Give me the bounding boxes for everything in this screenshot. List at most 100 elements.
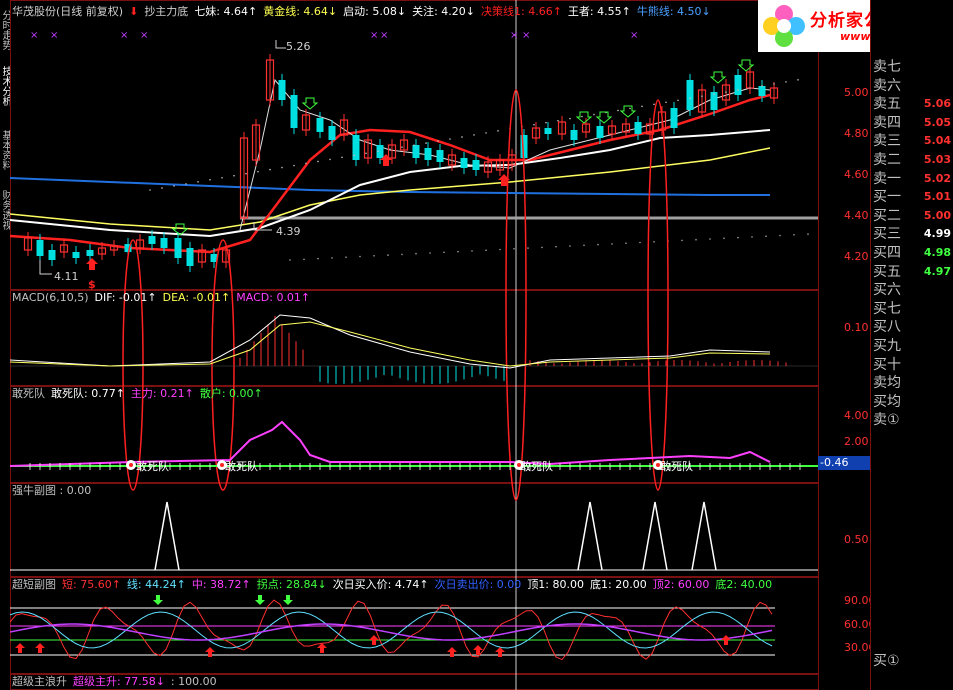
axis-label: 0.10	[844, 321, 869, 334]
orderbook-label: 卖七	[873, 59, 901, 75]
axis-label: 4.20	[844, 250, 869, 263]
orderbook-row[interactable]: 买一 5.01	[873, 188, 953, 206]
dotted-guide	[653, 103, 655, 106]
mark-x: ×	[50, 30, 58, 41]
tab-financials[interactable]: 财务透视	[0, 190, 10, 246]
dotted-guide	[583, 244, 585, 247]
orderbook-row[interactable]: 买十	[873, 356, 953, 374]
orderbook-label: 买均	[873, 393, 901, 410]
orderbook-row[interactable]: 买二 5.00	[873, 207, 953, 225]
buy-signal-arrow-icon	[301, 97, 319, 110]
dotted-guide	[303, 258, 305, 261]
orderbook-row[interactable]: 买均	[873, 393, 953, 411]
dotted-guide	[593, 113, 595, 116]
orderbook-row[interactable]: 卖六	[873, 77, 953, 95]
orderbook-row[interactable]: 买三 4.99	[873, 225, 953, 243]
dotted-guide	[785, 81, 787, 83]
price-high-label: 5.26	[286, 40, 311, 53]
dotted-guide	[617, 109, 619, 112]
chaoduan-header-item: 顶1: 80.00	[527, 578, 585, 591]
dotted-guide	[725, 91, 727, 93]
macd-header-item: MACD(6,10,5)	[12, 291, 89, 304]
dotted-guide	[209, 179, 211, 181]
axis-label: 2.00	[844, 435, 869, 448]
orderbook-buy-bottom[interactable]: 买①	[873, 652, 953, 670]
main-header-item: 七妹: 4.64↑	[194, 5, 258, 18]
orderbook-row[interactable]: 买五 4.97	[873, 263, 953, 281]
chart-area[interactable]: × × × × × × × × × $ 华茂股份(日线 前复权) ⬇ 抄主力底 七妹: 4.64↑ 黄金线…	[10, 0, 876, 690]
chaoduan-up-arrow-icon	[369, 635, 379, 645]
orderbook-row[interactable]: 卖三 5.04	[873, 132, 953, 150]
dotted-guide	[245, 172, 247, 175]
main-header-item: 王者: 4.55↑	[567, 5, 631, 18]
orderbook-row[interactable]: 买六	[873, 281, 953, 299]
orderbook-row[interactable]: 买八	[873, 318, 953, 336]
gansi-header-item: 敢死队	[12, 387, 45, 400]
orderbook-row[interactable]: 卖①	[873, 411, 953, 429]
macd-header: MACD(6,10,5) DIF: -0.01↑ DEA: -0.01↑ MACD: …	[12, 291, 316, 305]
chaoduan-header-item: 拐点: 28.84↓	[256, 578, 327, 591]
orderbook-label: 卖①	[873, 412, 900, 429]
main-header-item: 启动: 5.08↓	[343, 5, 407, 18]
bottom-header: 超级主浪升 超级主升: 77.58↓: 100.00	[12, 675, 223, 689]
main-header-item: 华茂股份(日线 前复权)	[12, 5, 124, 18]
macd-header-item: DIF: -0.01↑	[94, 291, 157, 304]
highlight-ellipse	[211, 239, 235, 491]
dotted-guide	[373, 255, 375, 257]
dotted-guide	[499, 248, 501, 251]
axis-label: 4.80	[844, 127, 869, 140]
orderbook-row[interactable]: 卖五 5.06	[873, 95, 953, 113]
dotted-guide	[365, 152, 367, 155]
dotted-guide	[513, 248, 515, 250]
tab-intraday[interactable]: 分时走势	[0, 10, 10, 62]
dotted-guide	[485, 132, 487, 134]
candle-body	[174, 238, 182, 258]
dotted-guide	[557, 119, 559, 122]
tab-technical[interactable]: 技术分析	[0, 66, 10, 126]
dotted-guide	[329, 158, 331, 161]
candle-body	[328, 126, 336, 140]
chaoduan-up-arrow-icon	[15, 643, 25, 653]
dotted-guide	[221, 176, 223, 179]
orderbook-row[interactable]: 买九	[873, 337, 953, 355]
candle-body	[460, 158, 468, 168]
orderbook-label: 卖均	[873, 375, 901, 392]
dollar-icon: $	[88, 278, 96, 291]
candle-body	[278, 80, 286, 100]
mark-x: ×	[510, 30, 518, 41]
orderbook-row[interactable]: 卖七	[873, 58, 953, 76]
chaoduan-header: 超短副图 短: 75.60↑ 线: 44.24↑ 中: 38.72↑ 拐点: 28.84…	[12, 578, 778, 592]
buy-signal-arrow-icon	[595, 111, 613, 124]
candle-body	[424, 148, 432, 160]
dotted-guide	[597, 243, 599, 246]
mark-x: ×	[370, 30, 378, 41]
candle-body	[596, 126, 604, 138]
dotted-guide	[737, 236, 739, 239]
dotted-guide	[639, 241, 641, 244]
gansi-marker-label: 敢死队	[520, 460, 553, 473]
orderbook-row[interactable]: 卖二 5.03	[873, 151, 953, 169]
dotted-guide	[541, 246, 543, 249]
orderbook-label: 卖一	[873, 170, 901, 187]
chaoduan-header-item: 底1: 20.00	[590, 578, 647, 591]
mark-x: ×	[522, 30, 530, 41]
orderbook-row[interactable]: 买四 4.98	[873, 244, 953, 262]
dotted-guide	[289, 259, 291, 261]
orderbook-label: 买四	[873, 245, 901, 261]
orderbook-row[interactable]: 卖均	[873, 374, 953, 392]
orderbook-price: 5.06	[923, 97, 951, 111]
candle-body	[316, 118, 324, 132]
dotted-guide	[257, 170, 259, 173]
orderbook-row[interactable]: 买七	[873, 300, 953, 318]
candle-body	[48, 250, 56, 260]
orderbook-row[interactable]: 卖四 5.05	[873, 114, 953, 132]
dotted-guide	[377, 150, 379, 153]
dotted-guide	[695, 238, 697, 241]
dotted-guide	[765, 235, 767, 237]
candle-body	[186, 248, 194, 266]
chaoduan-header-item: 顶2: 60.00	[652, 578, 710, 591]
orderbook-row[interactable]: 卖一 5.02	[873, 170, 953, 188]
qiangniu-header: 强牛副图 : 0.00	[12, 484, 97, 498]
tab-fundamentals[interactable]: 基本资料	[0, 130, 10, 186]
candle-body	[686, 80, 694, 110]
